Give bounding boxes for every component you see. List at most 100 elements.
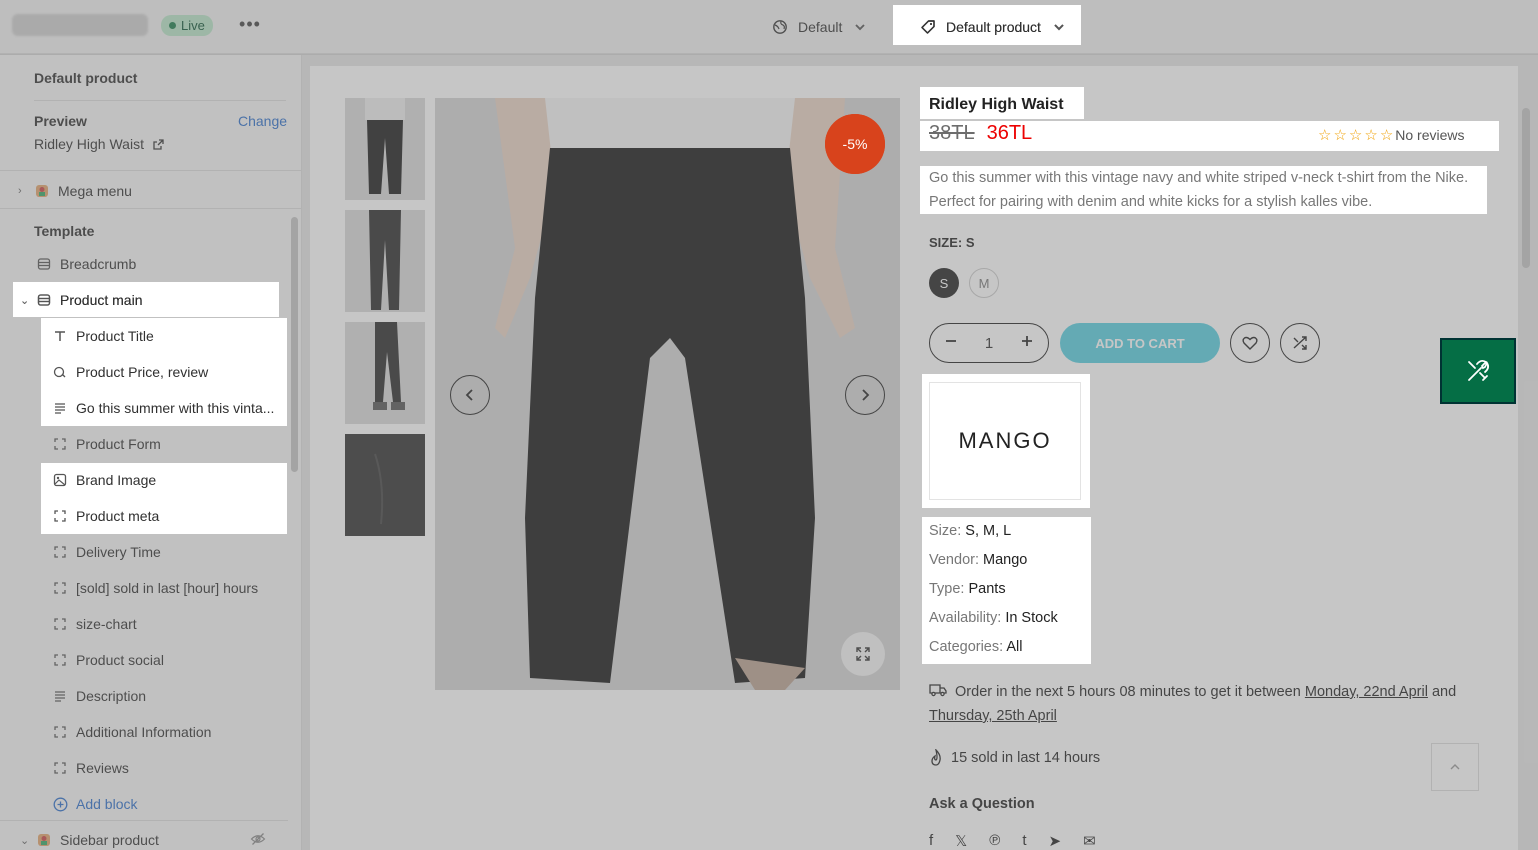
globe-icon xyxy=(773,20,787,34)
sold-count: 15 xyxy=(951,750,968,766)
block-item[interactable]: [sold] sold in last [hour] hours xyxy=(0,570,288,606)
app-block-icon xyxy=(34,183,50,199)
preview-label: Preview xyxy=(34,113,87,129)
size-swatch-s[interactable]: S xyxy=(929,268,959,298)
divider xyxy=(0,208,302,209)
previous-image-button[interactable] xyxy=(450,375,490,415)
theme-selector-label: Default xyxy=(798,19,843,35)
block-item[interactable]: Description xyxy=(0,678,288,714)
live-status-badge: Live xyxy=(161,15,213,36)
change-preview-link[interactable]: Change xyxy=(238,113,287,129)
sidebar-scrollbar[interactable] xyxy=(291,217,298,472)
tumblr-icon[interactable]: t xyxy=(1022,832,1026,850)
product-thumbnail[interactable] xyxy=(345,434,425,536)
block-icon xyxy=(52,544,68,560)
block-item-label: size-chart xyxy=(76,616,137,632)
block-icon xyxy=(52,724,68,740)
product-thumbnail[interactable] xyxy=(345,210,425,312)
facebook-icon[interactable]: f xyxy=(929,832,933,850)
quantity-stepper: 1 xyxy=(929,323,1049,363)
preview-product-name: Ridley High Waist xyxy=(34,136,144,152)
plus-circle-icon xyxy=(52,796,68,812)
product-thumbnail[interactable] xyxy=(345,98,425,200)
top-bar: Live ••• Default Default product xyxy=(0,0,1538,54)
external-link-icon xyxy=(153,138,164,150)
delivery-time: Order in the next 5 hours 08 minutes to … xyxy=(929,680,1489,728)
add-block-button[interactable]: Add block xyxy=(0,786,288,822)
theme-selector[interactable]: Default xyxy=(772,0,868,54)
twitter-x-icon[interactable]: 𝕏 xyxy=(955,832,967,850)
template-selector[interactable]: Default product xyxy=(920,0,1067,54)
editor-sidebar: Default product Preview Change Ridley Hi… xyxy=(0,55,302,850)
chevron-down-icon xyxy=(1054,24,1064,31)
live-dot-icon xyxy=(169,22,176,29)
highlight-box xyxy=(920,166,1487,214)
chevron-up-icon xyxy=(1450,764,1460,770)
product-thumbnail[interactable] xyxy=(345,322,425,424)
truck-icon xyxy=(929,684,947,697)
delivery-date-start: Monday, 22nd April xyxy=(1304,684,1428,700)
delivery-and: and xyxy=(1431,684,1457,700)
block-item[interactable]: Additional Information xyxy=(0,714,288,750)
block-item-label: Reviews xyxy=(76,760,129,776)
block-item[interactable]: Product Form xyxy=(0,426,288,462)
delivery-text: Order in the next 5 hours 08 minutes to … xyxy=(955,684,1301,700)
app-tools-button[interactable] xyxy=(1440,338,1516,404)
preview-product-link[interactable]: Ridley High Waist xyxy=(34,136,165,152)
shuffle-icon xyxy=(1293,336,1307,350)
preview-scrollbar[interactable] xyxy=(1522,108,1530,268)
block-item[interactable]: size-chart xyxy=(0,606,288,642)
sidebar-item-product-main[interactable]: ⌄ Product main xyxy=(0,282,288,318)
expand-icon xyxy=(856,647,870,661)
telegram-icon[interactable]: ➤ xyxy=(1049,832,1062,850)
product-main-image[interactable] xyxy=(435,98,900,690)
block-item[interactable]: Reviews xyxy=(0,750,288,786)
minus-icon xyxy=(946,340,956,342)
highlight-box xyxy=(920,87,1084,119)
back-to-top-button[interactable] xyxy=(1431,743,1479,791)
ask-question-link[interactable]: Ask a Question xyxy=(929,796,1035,812)
block-item-label: Product social xyxy=(76,652,164,668)
next-image-button[interactable] xyxy=(845,375,885,415)
divider xyxy=(34,100,286,101)
plus-icon xyxy=(1022,336,1032,346)
sidebar-item-label: Product main xyxy=(60,292,143,308)
more-actions-button[interactable]: ••• xyxy=(238,14,262,38)
sold-hours: 14 xyxy=(1043,750,1060,766)
sold-suffix: hours xyxy=(1063,750,1101,766)
compare-button[interactable] xyxy=(1280,323,1320,363)
sidebar-item-breadcrumb[interactable]: Breadcrumb xyxy=(0,246,288,282)
store-name[interactable] xyxy=(12,14,148,36)
block-icon xyxy=(52,652,68,668)
pinterest-icon[interactable]: ℗ xyxy=(989,832,1000,850)
section-icon xyxy=(36,256,52,272)
chevron-left-icon xyxy=(465,389,473,401)
email-icon[interactable]: ✉ xyxy=(1083,832,1096,850)
sidebar-item-mega-menu[interactable]: › Mega menu xyxy=(0,173,288,209)
chevron-right-icon: › xyxy=(18,185,22,197)
size-option-label: SIZE: S xyxy=(929,235,975,250)
heart-icon xyxy=(1242,336,1258,350)
sold-counter: 15 sold in last 14 hours xyxy=(929,749,1100,767)
live-status-label: Live xyxy=(181,18,205,33)
sidebar-item-sidebar-product[interactable]: ⌄ Sidebar product xyxy=(0,822,288,850)
block-item[interactable]: Product social xyxy=(0,642,288,678)
quantity-input[interactable]: 1 xyxy=(985,335,993,352)
highlight-box xyxy=(920,121,1499,151)
block-item[interactable]: Delivery Time xyxy=(0,534,288,570)
wishlist-button[interactable] xyxy=(1230,323,1270,363)
quantity-minus-button[interactable] xyxy=(944,334,958,352)
social-share: f 𝕏 ℗ t ➤ ✉ xyxy=(929,832,1096,850)
app-block-icon xyxy=(36,832,52,848)
chevron-down-icon xyxy=(855,24,866,31)
block-icon xyxy=(52,436,68,452)
zoom-image-button[interactable] xyxy=(841,632,885,676)
quantity-plus-button[interactable] xyxy=(1020,334,1034,352)
flame-icon xyxy=(931,749,941,766)
template-selector-label: Default product xyxy=(946,19,1041,35)
sale-badge-overlay: -5% xyxy=(825,114,885,174)
size-swatch-m[interactable]: M xyxy=(969,268,999,298)
hidden-eye-icon[interactable] xyxy=(250,831,266,850)
block-icon xyxy=(52,616,68,632)
add-to-cart-button[interactable]: ADD TO CART xyxy=(1060,323,1220,363)
